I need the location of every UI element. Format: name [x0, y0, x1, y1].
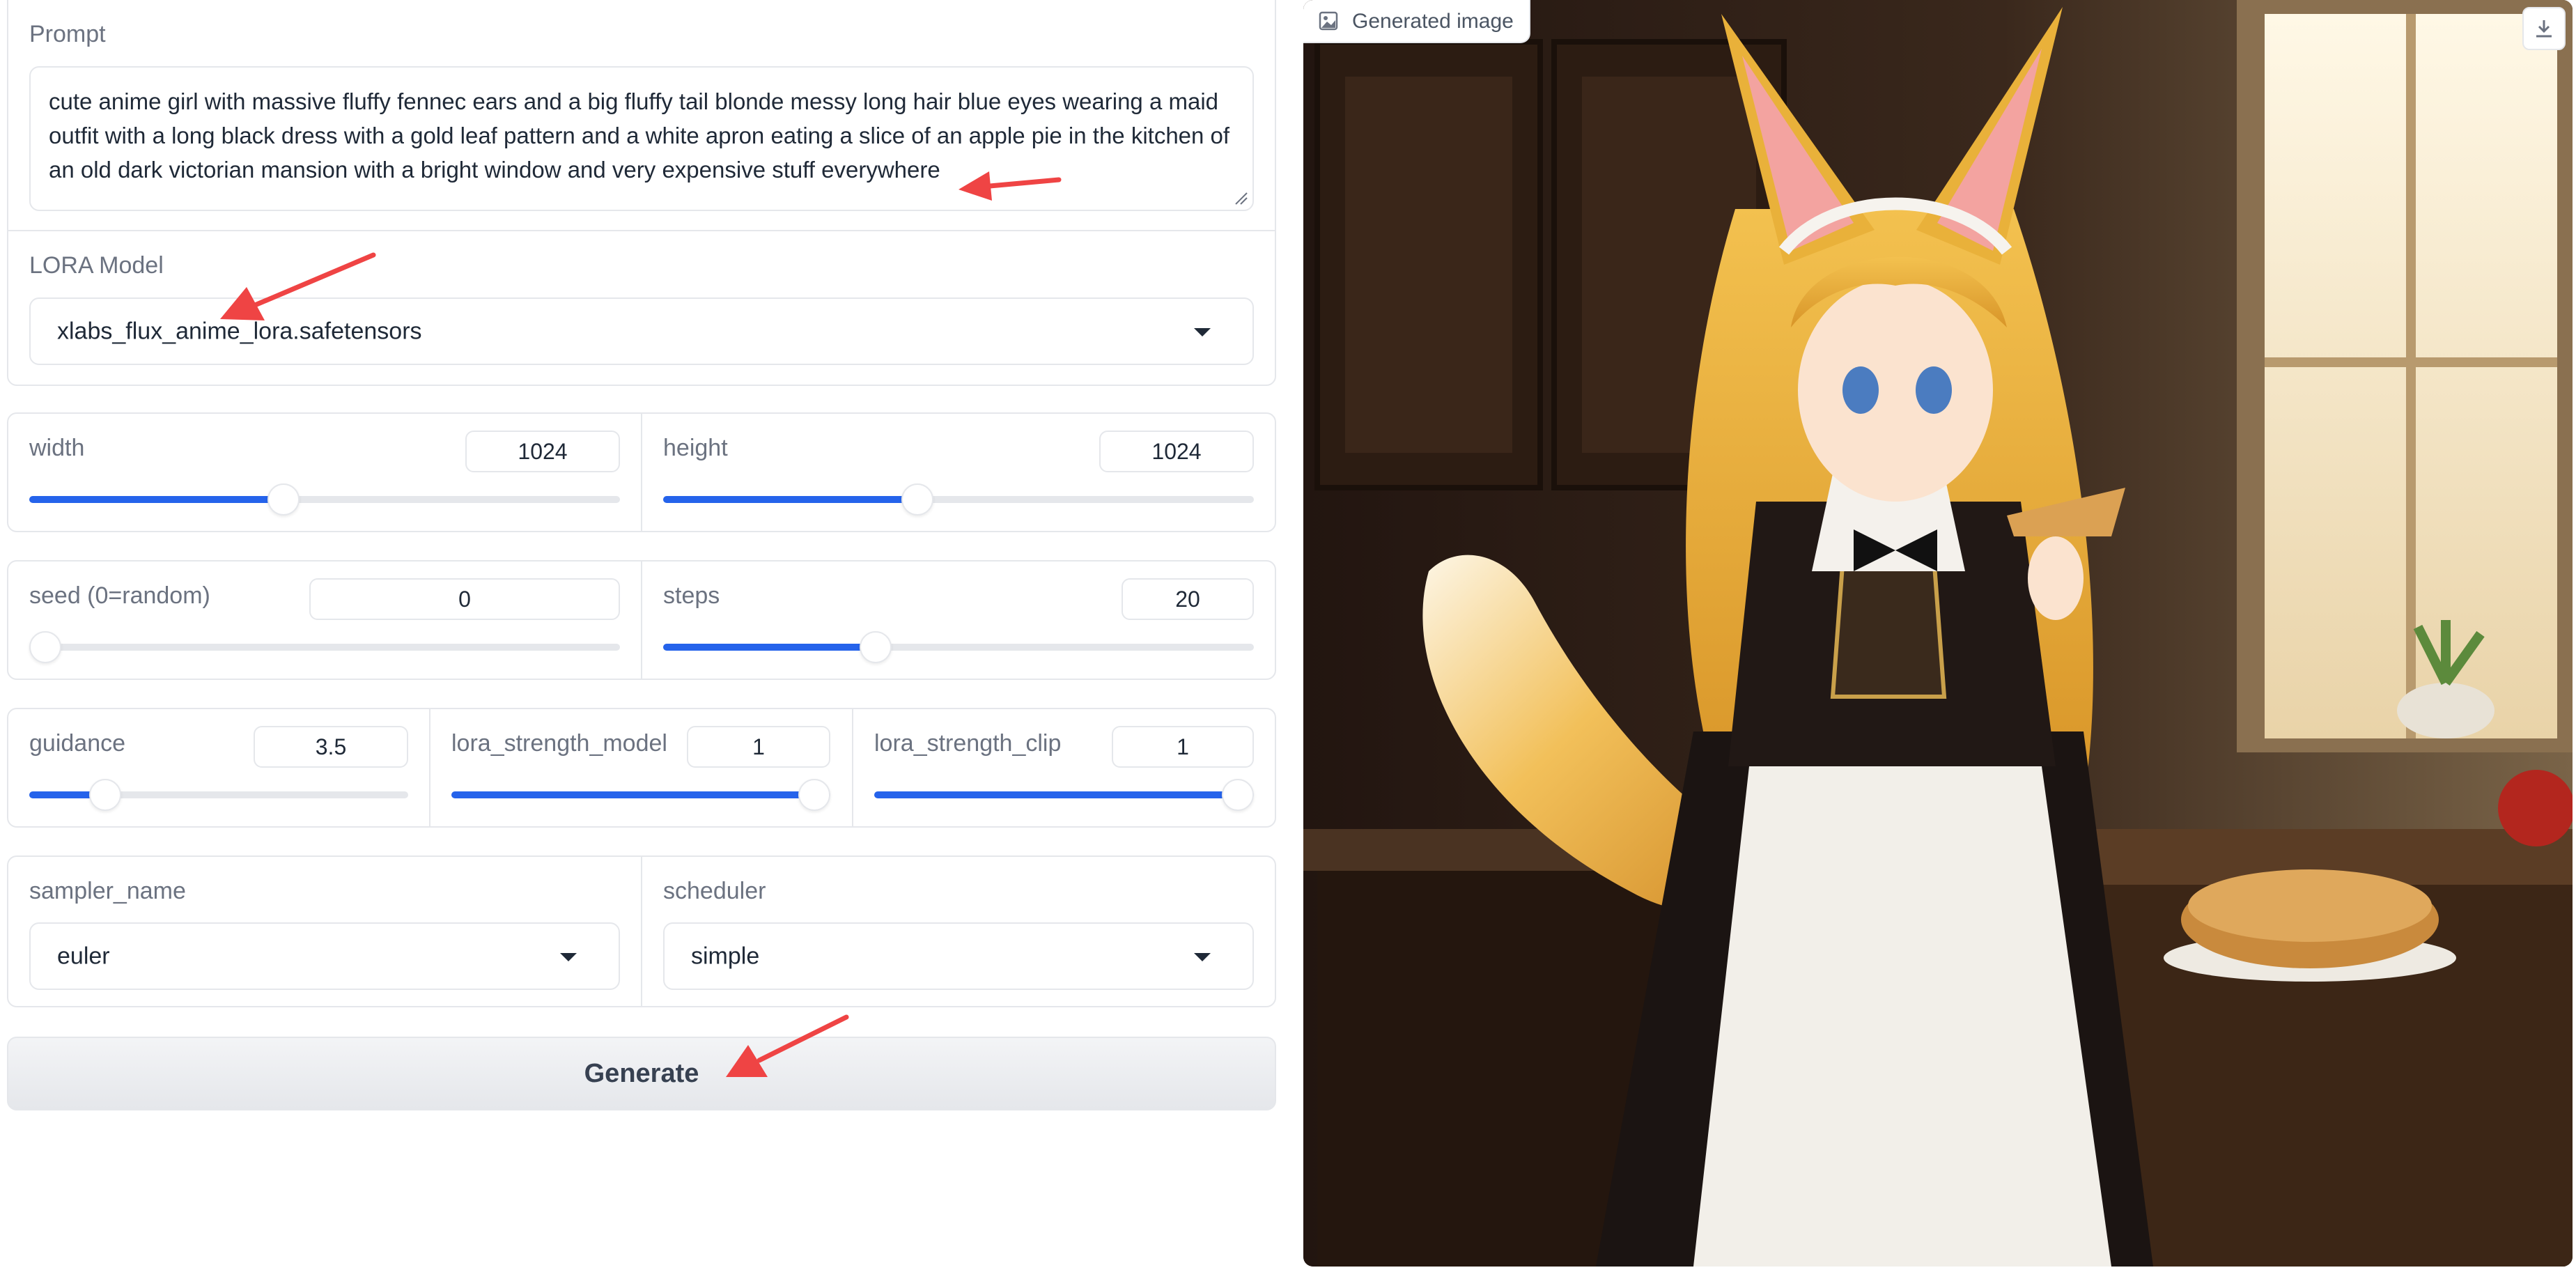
seed-slider[interactable]: [29, 631, 620, 663]
seed-label: seed (0=random): [29, 582, 210, 609]
lora-strength-model-slider[interactable]: [451, 779, 830, 811]
annotation-arrow-lora: [220, 252, 376, 320]
resize-grip-icon[interactable]: [1233, 190, 1248, 206]
download-icon: [2536, 20, 2552, 38]
lora-strength-model-label: lora_strength_model: [451, 730, 667, 757]
seed-slider-thumb[interactable]: [29, 631, 61, 663]
width-label: width: [29, 435, 85, 461]
generate-button-label: Generate: [584, 1059, 699, 1088]
lora-strength-model-input[interactable]: 1: [687, 726, 830, 768]
annotation-arrow-generate: [726, 1014, 849, 1077]
steps-label: steps: [663, 582, 720, 609]
guidance-slider[interactable]: [29, 779, 408, 811]
steps-slider-fill: [663, 644, 876, 651]
chevron-down-icon: [1194, 327, 1211, 336]
width-input[interactable]: 1024: [465, 431, 620, 472]
guidance-panel: [7, 708, 1276, 828]
height-slider[interactable]: [663, 483, 1254, 516]
prompt-label: Prompt: [29, 21, 106, 47]
sampler-name-label: sampler_name: [29, 878, 186, 904]
seed-steps-divider: [641, 562, 642, 679]
chevron-down-icon: [1194, 952, 1211, 961]
lora-strength-model-slider-thumb[interactable]: [798, 779, 830, 811]
lora-strength-clip-input[interactable]: 1: [1112, 726, 1254, 768]
scheduler-label: scheduler: [663, 878, 766, 904]
prompt-panel-divider: [8, 230, 1275, 231]
steps-slider-thumb[interactable]: [860, 631, 892, 663]
width-slider-fill: [29, 496, 284, 503]
height-input[interactable]: 1024: [1099, 431, 1254, 472]
prompt-textarea[interactable]: cute anime girl with massive fluffy fenn…: [29, 66, 1254, 211]
seed-input[interactable]: 0: [309, 578, 620, 620]
lora-strength-clip-slider-fill: [874, 791, 1254, 798]
chevron-down-icon: [560, 952, 577, 961]
guidance-label: guidance: [29, 730, 126, 757]
generated-image-label-chip: Generated image: [1303, 0, 1530, 43]
guidance-divider-2: [852, 709, 853, 826]
image-icon: [1319, 11, 1338, 31]
scheduler-value: simple: [691, 943, 760, 969]
sampler-divider: [641, 857, 642, 1006]
width-slider-thumb[interactable]: [267, 483, 300, 516]
sampler-name-value: euler: [57, 943, 110, 969]
generated-image: Generated image: [1303, 0, 2573, 1267]
steps-slider[interactable]: [663, 631, 1254, 663]
sampler-name-select[interactable]: euler: [29, 922, 620, 990]
guidance-divider-1: [429, 709, 430, 826]
dimensions-divider: [641, 414, 642, 531]
width-slider[interactable]: [29, 483, 620, 516]
lora-model-label: LORA Model: [29, 252, 164, 279]
generated-image-label: Generated image: [1352, 10, 1514, 33]
lora-strength-model-slider-fill: [451, 791, 830, 798]
generate-button[interactable]: Generate: [7, 1037, 1276, 1110]
generated-image-artwork: [1303, 0, 2573, 1267]
guidance-input[interactable]: 3.5: [254, 726, 408, 768]
lora-strength-clip-slider[interactable]: [874, 779, 1254, 811]
steps-input[interactable]: 20: [1122, 578, 1254, 620]
lora-strength-clip-slider-thumb[interactable]: [1222, 779, 1254, 811]
guidance-slider-thumb[interactable]: [88, 779, 121, 811]
height-slider-thumb[interactable]: [901, 483, 933, 516]
height-label: height: [663, 435, 728, 461]
lora-strength-clip-label: lora_strength_clip: [874, 730, 1062, 757]
annotation-arrow-prompt: [959, 171, 1062, 201]
scheduler-select[interactable]: simple: [663, 922, 1254, 990]
height-slider-fill: [663, 496, 917, 503]
download-button[interactable]: [2522, 7, 2566, 50]
